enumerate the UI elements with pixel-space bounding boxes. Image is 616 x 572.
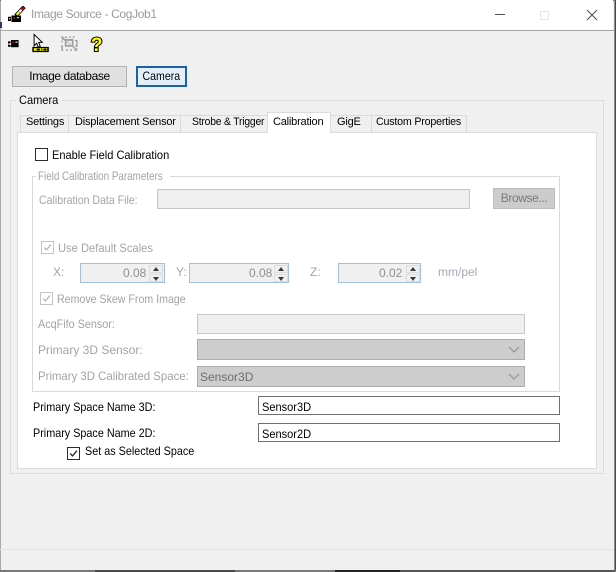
svg-text:?: ? <box>91 35 103 55</box>
